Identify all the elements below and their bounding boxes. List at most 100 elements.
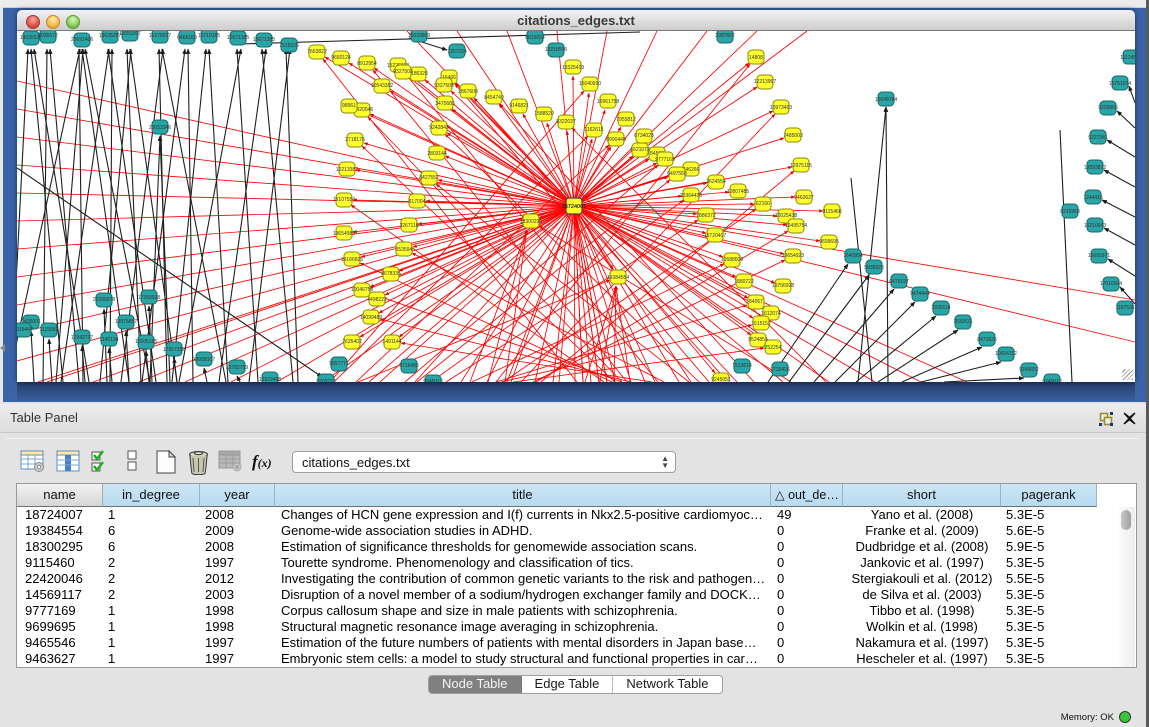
svg-text:6497568: 6497568 bbox=[667, 171, 687, 177]
svg-text:19218506: 19218506 bbox=[545, 47, 567, 53]
svg-text:1244415: 1244415 bbox=[1083, 195, 1103, 201]
svg-text:12213967: 12213967 bbox=[754, 79, 776, 85]
svg-text:10046758: 10046758 bbox=[351, 287, 373, 293]
svg-text:7515526: 7515526 bbox=[279, 43, 299, 49]
svg-text:20691406: 20691406 bbox=[71, 37, 93, 43]
svg-text:9329966: 9329966 bbox=[1098, 105, 1118, 111]
svg-text:3267110: 3267110 bbox=[399, 223, 418, 229]
svg-text:20364436: 20364436 bbox=[680, 193, 702, 199]
svg-text:9203772: 9203772 bbox=[316, 379, 336, 382]
svg-text:4498222: 4498222 bbox=[367, 297, 387, 303]
svg-text:7625402: 7625402 bbox=[342, 339, 362, 345]
svg-text:84067: 84067 bbox=[749, 299, 763, 305]
svg-text:1167533: 1167533 bbox=[1115, 305, 1134, 311]
svg-text:16210643: 16210643 bbox=[1084, 223, 1106, 229]
svg-text:19975857: 19975857 bbox=[115, 319, 137, 325]
svg-text:12923468: 12923468 bbox=[259, 377, 281, 382]
svg-text:19654985: 19654985 bbox=[333, 231, 355, 237]
svg-text:10688609: 10688609 bbox=[721, 257, 743, 263]
svg-text:9245051: 9245051 bbox=[711, 377, 731, 382]
svg-text:16648784: 16648784 bbox=[875, 97, 897, 103]
svg-text:8215958: 8215958 bbox=[1060, 209, 1080, 215]
svg-text:19654923: 19654923 bbox=[782, 253, 804, 259]
svg-text:20053346: 20053346 bbox=[149, 125, 171, 131]
svg-text:1615152: 1615152 bbox=[751, 321, 771, 327]
svg-text:15720407: 15720407 bbox=[704, 233, 726, 239]
svg-text:1588520: 1588520 bbox=[534, 111, 554, 117]
svg-text:10543382: 10543382 bbox=[371, 83, 393, 89]
svg-text:3475685: 3475685 bbox=[435, 101, 455, 107]
svg-text:17016504: 17016504 bbox=[1100, 281, 1122, 287]
svg-text:9245652: 9245652 bbox=[1019, 367, 1039, 373]
svg-text:1145194: 1145194 bbox=[99, 337, 118, 343]
svg-text:62160: 62160 bbox=[756, 201, 770, 207]
svg-text:8678335: 8678335 bbox=[381, 271, 401, 277]
svg-text:15276027: 15276027 bbox=[149, 33, 171, 39]
svg-text:1491144: 1491144 bbox=[382, 339, 401, 345]
svg-text:7632621: 7632621 bbox=[953, 319, 973, 325]
svg-text:5938923: 5938923 bbox=[864, 265, 884, 271]
svg-text:12093872: 12093872 bbox=[1084, 165, 1106, 171]
svg-text:8912954: 8912954 bbox=[357, 61, 377, 67]
svg-text:18300295: 18300295 bbox=[520, 219, 542, 225]
svg-text:9245012: 9245012 bbox=[1042, 379, 1062, 382]
svg-text:10654112: 10654112 bbox=[995, 351, 1017, 357]
svg-text:6734028: 6734028 bbox=[634, 133, 654, 139]
svg-text:8427552: 8427552 bbox=[419, 175, 439, 181]
svg-text:9463627: 9463627 bbox=[794, 195, 814, 201]
svg-text:617004: 617004 bbox=[409, 199, 426, 205]
svg-text:7886372: 7886372 bbox=[696, 213, 716, 219]
svg-text:6466160: 6466160 bbox=[177, 35, 197, 41]
svg-text:9245013: 9245013 bbox=[423, 379, 443, 382]
svg-text:8454749: 8454749 bbox=[484, 95, 504, 101]
svg-text:9115460: 9115460 bbox=[822, 209, 841, 215]
svg-text:16671385: 16671385 bbox=[253, 37, 275, 43]
svg-text:9660124: 9660124 bbox=[331, 55, 351, 61]
svg-text:8471626: 8471626 bbox=[977, 337, 997, 343]
svg-text:1115682: 1115682 bbox=[40, 327, 59, 333]
svg-text:11653267: 11653267 bbox=[119, 31, 141, 37]
svg-text:15751074: 15751074 bbox=[1109, 81, 1131, 87]
svg-text:17957255: 17957255 bbox=[163, 347, 185, 353]
svg-text:2718176: 2718176 bbox=[345, 137, 365, 143]
svg-text:9242843: 9242843 bbox=[429, 125, 449, 131]
svg-text:1640954: 1640954 bbox=[843, 253, 863, 259]
svg-text:2867608: 2867608 bbox=[458, 89, 478, 95]
svg-text:16033809: 16033809 bbox=[408, 33, 430, 39]
svg-text:7955812: 7955812 bbox=[616, 117, 636, 123]
svg-text:1162615: 1162615 bbox=[584, 127, 603, 133]
svg-text:9777169: 9777169 bbox=[655, 157, 675, 163]
svg-text:19166825: 19166825 bbox=[341, 257, 363, 263]
svg-text:18724007: 18724007 bbox=[562, 204, 586, 210]
svg-text:8990448: 8990448 bbox=[606, 137, 626, 143]
svg-text:16961758: 16961758 bbox=[597, 99, 619, 105]
svg-text:553594: 553594 bbox=[396, 247, 413, 253]
svg-text:98961: 98961 bbox=[342, 103, 356, 109]
svg-text:3915447: 3915447 bbox=[17, 327, 33, 333]
svg-text:7357224: 7357224 bbox=[447, 49, 467, 55]
svg-text:13325419: 13325419 bbox=[562, 65, 584, 71]
svg-text:252254: 252254 bbox=[765, 345, 782, 351]
svg-text:19756928: 19756928 bbox=[772, 283, 794, 289]
svg-text:10025438: 10025438 bbox=[775, 213, 797, 219]
svg-text:9327503: 9327503 bbox=[393, 69, 413, 75]
svg-text:19384554: 19384554 bbox=[607, 275, 629, 281]
svg-text:15692971: 15692971 bbox=[1088, 253, 1110, 259]
svg-text:1513614: 1513614 bbox=[732, 363, 752, 369]
svg-text:9657771: 9657771 bbox=[329, 361, 349, 367]
svg-text:10719185: 10719185 bbox=[198, 33, 220, 39]
svg-text:2035572: 2035572 bbox=[38, 33, 58, 39]
svg-text:8813054: 8813054 bbox=[525, 35, 545, 41]
svg-text:2087682: 2087682 bbox=[715, 33, 735, 39]
svg-text:10671385: 10671385 bbox=[227, 35, 249, 41]
svg-text:11124519: 11124519 bbox=[1120, 55, 1135, 61]
svg-text:3624554: 3624554 bbox=[706, 179, 726, 185]
svg-text:16107554: 16107554 bbox=[333, 197, 355, 203]
svg-text:8322037: 8322037 bbox=[556, 119, 576, 125]
svg-text:2803144: 2803144 bbox=[427, 151, 447, 157]
svg-text:9327508: 9327508 bbox=[434, 83, 454, 89]
svg-text:16495754: 16495754 bbox=[785, 223, 807, 229]
svg-text:17359928: 17359928 bbox=[138, 295, 160, 301]
svg-text:12505185: 12505185 bbox=[135, 339, 157, 345]
svg-text:15640910: 15640910 bbox=[579, 81, 601, 87]
